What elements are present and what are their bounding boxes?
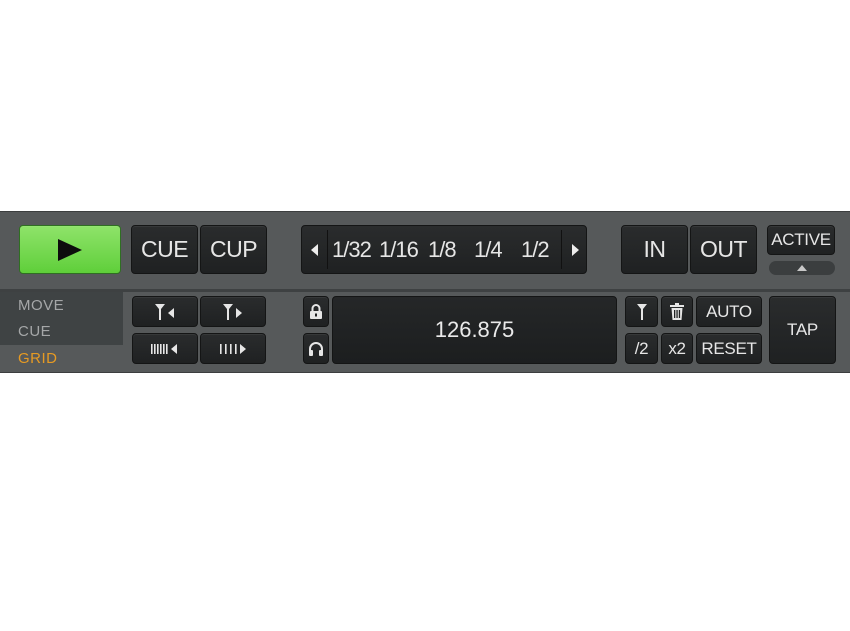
grid-marker-icon <box>636 303 647 320</box>
grid-stretch-button[interactable] <box>200 333 266 364</box>
play-icon <box>58 238 82 261</box>
headphones-cue-button[interactable] <box>303 333 329 364</box>
arrow-left-icon <box>310 243 318 256</box>
trash-icon <box>670 302 684 320</box>
bpm-display: 126.875 <box>332 296 617 364</box>
arrow-right-icon <box>571 243 579 256</box>
grid-move-left-button[interactable] <box>132 296 198 327</box>
grid-shrink-button[interactable] <box>132 333 198 364</box>
auto-grid-button[interactable]: AUTO <box>696 296 762 327</box>
loop-size-prev-button[interactable] <box>302 226 327 273</box>
cup-button[interactable]: CUP <box>200 225 267 274</box>
loop-size-1-16[interactable]: 1/16 <box>379 226 419 273</box>
grid-compress-icon <box>151 343 177 354</box>
loop-size-1-32[interactable]: 1/32 <box>332 226 372 273</box>
deck-control-panel: CUE CUP 1/32 1/16 1/8 1/4 1/2 IN OUT ACT… <box>0 211 850 373</box>
loop-size-1-8[interactable]: 1/8 <box>428 226 457 273</box>
loop-size-1-4[interactable]: 1/4 <box>474 226 503 273</box>
row-divider <box>0 289 850 292</box>
loop-size-selector: 1/32 1/16 1/8 1/4 1/2 <box>301 225 587 274</box>
loop-size-next-button[interactable] <box>562 226 587 273</box>
bpm-half-button[interactable]: /2 <box>625 333 658 364</box>
lock-tempo-button[interactable] <box>303 296 329 327</box>
mode-grid[interactable]: GRID <box>18 350 58 367</box>
headphones-icon <box>309 341 323 356</box>
arrow-up-icon <box>797 265 807 271</box>
loop-active-button[interactable]: ACTIVE <box>767 225 835 255</box>
grid-marker-left-icon <box>155 303 174 320</box>
loop-size-1-2[interactable]: 1/2 <box>521 226 550 273</box>
delete-grid-marker-button[interactable] <box>661 296 693 327</box>
play-button[interactable] <box>19 225 121 274</box>
grid-move-right-button[interactable] <box>200 296 266 327</box>
mode-move[interactable]: MOVE <box>18 297 64 314</box>
lock-icon <box>310 303 322 319</box>
set-grid-marker-button[interactable] <box>625 296 658 327</box>
loop-in-button[interactable]: IN <box>621 225 688 274</box>
bpm-value: 126.875 <box>434 317 515 342</box>
loop-active-toggle[interactable] <box>769 261 835 275</box>
bpm-double-button[interactable]: x2 <box>661 333 693 364</box>
reset-grid-button[interactable]: RESET <box>696 333 762 364</box>
tap-tempo-button[interactable]: TAP <box>769 296 836 364</box>
grid-expand-icon <box>220 343 246 354</box>
loop-out-button[interactable]: OUT <box>690 225 757 274</box>
cue-button[interactable]: CUE <box>131 225 198 274</box>
mode-cue[interactable]: CUE <box>18 323 51 340</box>
grid-marker-right-icon <box>223 303 242 320</box>
mode-selector: MOVE CUE <box>0 292 123 345</box>
